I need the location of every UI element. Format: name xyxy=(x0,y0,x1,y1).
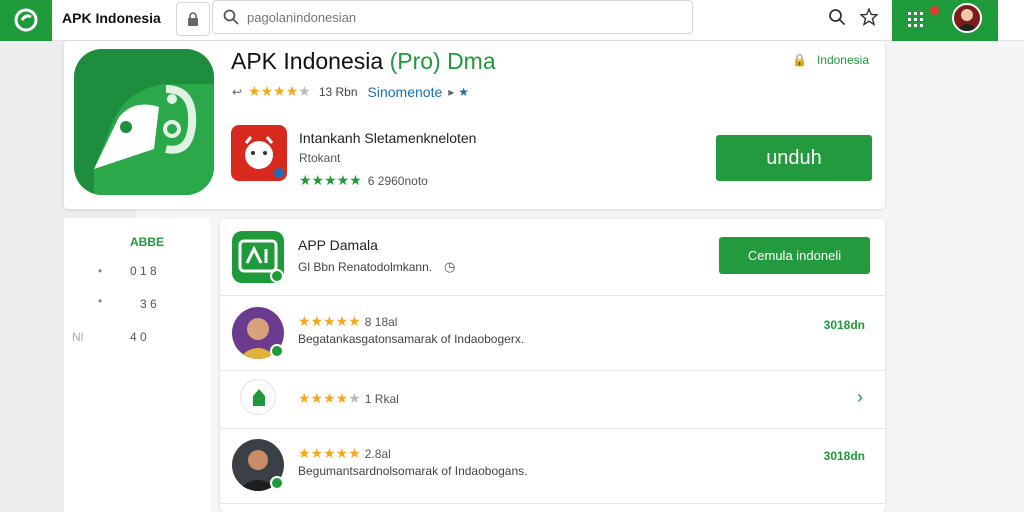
install-button[interactable]: unduh xyxy=(716,135,872,181)
search-input[interactable] xyxy=(247,7,677,27)
rating-stars: ★★★★★ xyxy=(299,172,362,188)
app-header-card: APK Indonesia (Pro) Dma ↩ ★★★★★ 13 Rbn S… xyxy=(64,41,885,209)
sidebar-marker: • xyxy=(98,294,103,308)
top-bar: APK Indonesia xyxy=(0,0,1024,41)
share-icon[interactable]: ↩ xyxy=(232,85,242,99)
review-rating-text: 8 18al xyxy=(364,314,398,329)
developer-link[interactable]: Sinomenote xyxy=(368,84,443,100)
notification-badge xyxy=(930,6,939,15)
app-icon xyxy=(74,49,214,195)
sidebar-item-label[interactable]: 0 1 8 xyxy=(130,264,157,278)
user-avatar-icon xyxy=(956,9,978,31)
review-value: 3018dn xyxy=(823,449,865,463)
lock-icon xyxy=(188,12,198,26)
verified-label: Indonesia xyxy=(816,53,869,67)
sidebar-item-label[interactable]: ABBE xyxy=(130,235,164,249)
review-rating: ★★★★★ 2.8al xyxy=(298,445,391,462)
review-row[interactable]: ★★★★★ 1 Rkal › xyxy=(220,371,885,429)
app-title-sub: (Pro) Dma xyxy=(389,48,496,74)
rating-stars: ★★★★★ xyxy=(248,83,311,99)
review-text: Begatankasgatonsamarak of Indaobogerx. xyxy=(298,332,525,346)
side-nav: ABBE 0 1 8 3 6 4 0 xyxy=(64,218,210,512)
list-item[interactable]: APP Damala Gl Bbn Renatodolmkann. ◷ Cemu… xyxy=(220,219,885,296)
user-area xyxy=(892,0,998,41)
verified-check-icon xyxy=(270,269,284,283)
user-avatar[interactable] xyxy=(952,3,982,33)
review-rating: ★★★★★ 8 18al xyxy=(298,313,397,330)
chevron-right-icon: ▸ xyxy=(448,84,455,99)
list-item-title: APP Damala xyxy=(298,237,378,253)
star-icon[interactable] xyxy=(860,8,878,26)
list-item-subtitle: Gl Bbn Renatodolmkann. xyxy=(298,260,433,274)
reviewer-avatar xyxy=(240,379,276,415)
chevron-right-icon[interactable]: › xyxy=(857,387,863,408)
lock-button[interactable] xyxy=(176,2,210,36)
list-install-button[interactable]: Cemula indoneli xyxy=(719,237,870,274)
review-text: Begumantsardnolsomarak of Indaobogans. xyxy=(298,464,528,478)
featured-app-title[interactable]: Intankanh Sletamenkneloten xyxy=(299,130,476,146)
app-title: APK Indonesia (Pro) Dma xyxy=(231,48,496,75)
downloads-count: 13 Rbn xyxy=(318,84,358,99)
sidebar-item-label[interactable]: 4 0 xyxy=(130,330,147,344)
featured-app-subtitle: Rtokant xyxy=(299,151,341,165)
search-icon xyxy=(223,9,239,25)
featured-app-rating: ★★★★★ 6 2960noto xyxy=(299,172,428,189)
featured-rating-text: 6 2960noto xyxy=(367,173,428,188)
review-value: 3018dn xyxy=(823,318,865,332)
robot-icon xyxy=(244,136,284,178)
android-icon xyxy=(253,389,265,406)
star-icon: ★ xyxy=(458,84,470,99)
review-row[interactable]: ★★★★★ 8 18al Begatankasgatonsamarak of I… xyxy=(220,296,885,371)
app-title-main: APK Indonesia xyxy=(231,48,384,74)
app-logo-icon xyxy=(94,84,214,195)
verified-lock-icon: 🔒 xyxy=(792,53,807,67)
rating-stars: ★★★★★ xyxy=(298,445,361,461)
apps-grid-icon[interactable] xyxy=(906,9,930,31)
verified-badge: 🔒 Indonesia xyxy=(792,53,869,67)
sidebar-item-label[interactable]: 3 6 xyxy=(140,297,157,311)
review-rating-text: 1 Rkal xyxy=(364,391,399,406)
review-rating: ★★★★★ 1 Rkal xyxy=(298,390,399,407)
related-list-card: APP Damala Gl Bbn Renatodolmkann. ◷ Cemu… xyxy=(220,219,885,512)
app-logo-icon xyxy=(14,8,38,32)
verified-check-icon xyxy=(270,344,284,358)
sidebar-marker: Nl xyxy=(72,330,84,344)
rating-stars: ★★★★★ xyxy=(298,390,361,406)
sidebar-marker: • xyxy=(98,264,103,278)
review-row[interactable]: ★★★★★ 2.8al Begumantsardnolsomarak of In… xyxy=(220,429,885,504)
brand-logo-button[interactable] xyxy=(0,0,52,41)
review-rating-text: 2.8al xyxy=(364,446,391,461)
search-bar[interactable] xyxy=(212,0,693,34)
brand-name: APK Indonesia xyxy=(62,10,161,26)
featured-app-icon[interactable] xyxy=(231,125,287,181)
verified-check-icon xyxy=(270,476,284,490)
search-icon[interactable] xyxy=(828,8,846,26)
rating-stars: ★★★★★ xyxy=(298,313,361,329)
clock-icon: ◷ xyxy=(444,259,456,274)
app-rating-row: ↩ ★★★★★ 13 Rbn Sinomenote ▸ ★ xyxy=(232,83,469,100)
